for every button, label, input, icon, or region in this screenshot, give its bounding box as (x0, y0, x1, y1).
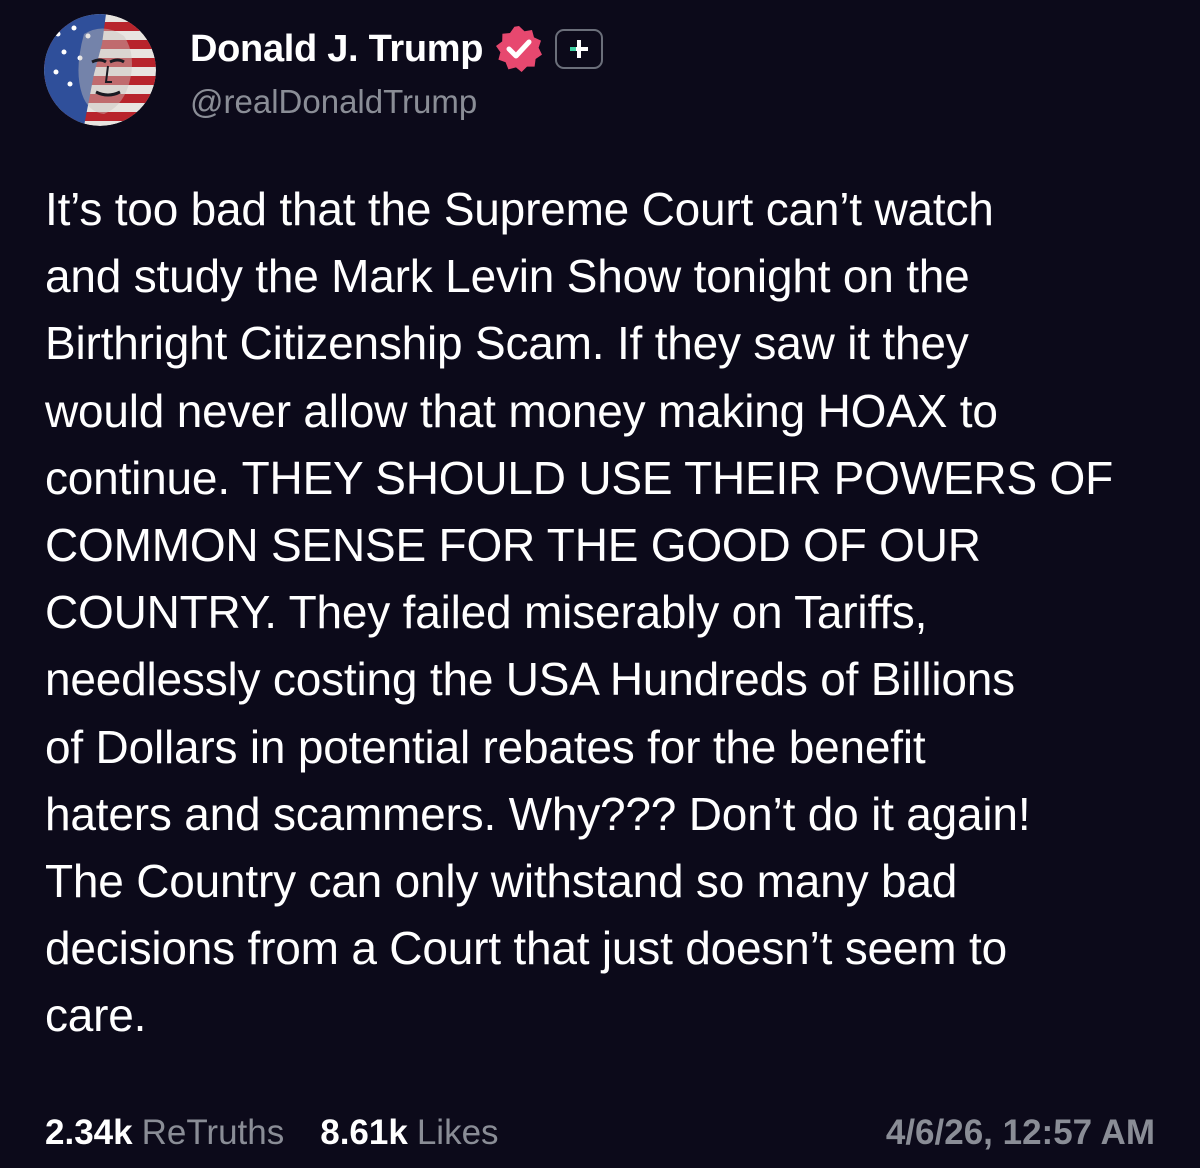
avatar-image (44, 14, 156, 126)
retruths-label: ReTruths (141, 1113, 285, 1152)
retruths-stat[interactable]: 2.34k ReTruths (45, 1113, 284, 1153)
likes-label: Likes (416, 1113, 499, 1152)
avatar[interactable] (44, 14, 156, 126)
plus-badge-icon[interactable] (555, 29, 604, 69)
display-name[interactable]: Donald J. Trump (190, 28, 484, 71)
author-handle[interactable]: @realDonaldTrump (190, 83, 603, 121)
likes-count: 8.61k (320, 1113, 408, 1152)
post-timestamp[interactable]: 4/6/26, 12:57 AM (886, 1113, 1155, 1153)
retruths-count: 2.34k (45, 1113, 133, 1152)
likes-stat[interactable]: 8.61k Likes (320, 1113, 498, 1153)
author-identity: Donald J. Trump @realDonaldTrump (190, 19, 604, 121)
post-footer: 2.34k ReTruths 8.61k Likes 4/6/26, 12:57… (45, 1108, 1155, 1158)
post-card: Donald J. Trump @realDonaldTrump It’s to… (0, 0, 1200, 1168)
post-text: It’s too bad that the Supreme Court can’… (45, 183, 1113, 1042)
verified-check-icon (493, 23, 545, 75)
post-header: Donald J. Trump @realDonaldTrump (44, 14, 604, 126)
name-row: Donald J. Trump (190, 19, 604, 79)
